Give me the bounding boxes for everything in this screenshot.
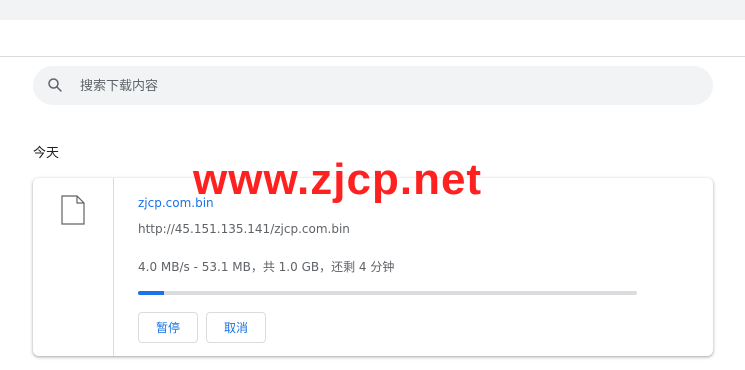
download-status: 4.0 MB/s - 53.1 MB，共 1.0 GB，还剩 4 分钟 xyxy=(138,260,395,274)
top-bar xyxy=(0,0,745,20)
pause-button[interactable]: 暂停 xyxy=(138,312,198,343)
search-bar[interactable] xyxy=(33,66,713,107)
watermark-text: www.zjcp.net xyxy=(193,155,483,204)
search-icon[interactable] xyxy=(46,76,64,94)
search-input[interactable] xyxy=(78,66,682,107)
download-progress-fill xyxy=(138,291,165,295)
header-divider xyxy=(0,56,745,57)
file-icon xyxy=(61,195,85,225)
file-icon-column xyxy=(33,178,114,356)
download-progress-bar xyxy=(138,291,637,295)
date-group-label: 今天 xyxy=(33,146,60,161)
cancel-button[interactable]: 取消 xyxy=(206,312,266,343)
file-url: http://45.151.135.141/zjcp.com.bin xyxy=(138,222,350,236)
